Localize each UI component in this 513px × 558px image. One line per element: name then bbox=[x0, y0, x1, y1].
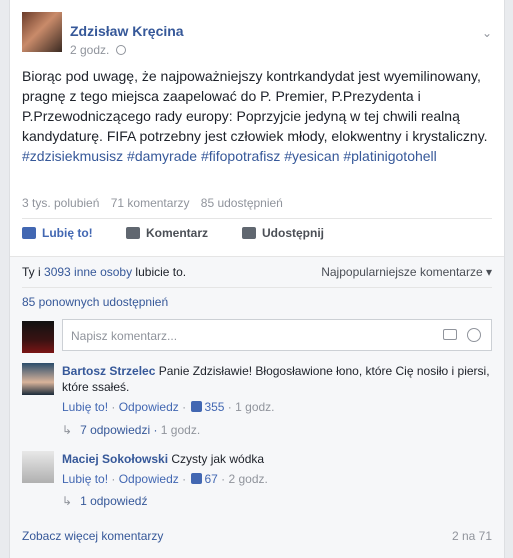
post-time[interactable]: 2 godz. bbox=[70, 43, 126, 57]
comment-button[interactable]: Komentarz bbox=[126, 226, 208, 240]
replies-time: 1 godz. bbox=[160, 423, 201, 437]
post-card: Zdzisław Kręcina 2 godz. ⌄ Biorąc pod uw… bbox=[9, 0, 505, 558]
comment-time[interactable]: 2 godz. bbox=[228, 472, 267, 486]
thumbs-up-icon bbox=[22, 227, 36, 239]
comment-author[interactable]: Maciej Sokołowski bbox=[62, 452, 168, 466]
comments-count[interactable]: 71 komentarzy bbox=[111, 196, 190, 210]
comment-likes[interactable]: 355 bbox=[204, 400, 224, 414]
more-comments-link[interactable]: Zobacz więcej komentarzy bbox=[22, 529, 163, 543]
thumbs-up-icon bbox=[191, 401, 203, 412]
action-bar: Lubię to! Komentarz Udostępnij bbox=[22, 226, 492, 248]
post-hashtags[interactable]: #zdzisiekmusisz #damyrade #fifopotrafisz… bbox=[22, 148, 437, 164]
comment-icon bbox=[126, 227, 140, 239]
comment-author[interactable]: Bartosz Strzelec bbox=[62, 364, 155, 378]
comment-count: 2 na 71 bbox=[451, 529, 492, 543]
user-avatar bbox=[22, 321, 54, 353]
post-stats: 3 tys. polubień 71 komentarzy 85 udostęp… bbox=[22, 196, 291, 210]
reply-arrow-icon: ↳ bbox=[62, 494, 73, 508]
likes-you: Ty bbox=[22, 265, 35, 279]
commenter-avatar[interactable] bbox=[22, 363, 54, 395]
camera-icon[interactable] bbox=[443, 329, 457, 340]
chevron-down-icon[interactable]: ⌄ bbox=[482, 26, 492, 40]
divider bbox=[22, 287, 492, 288]
reply-arrow-icon: ↳ bbox=[62, 423, 73, 437]
comment-like-link[interactable]: Lubię to! bbox=[62, 472, 108, 486]
comment-body: Bartosz Strzelec Panie Zdzisławie! Błogo… bbox=[62, 363, 492, 415]
likes-count[interactable]: 3 tys. polubień bbox=[22, 196, 99, 210]
comment-likes[interactable]: 67 bbox=[204, 472, 217, 486]
replies-count[interactable]: 1 odpowiedź bbox=[80, 494, 147, 508]
post-header: Zdzisław Kręcina 2 godz. ⌄ bbox=[22, 12, 492, 60]
comment-placeholder: Napisz komentarz... bbox=[71, 329, 178, 343]
post-body: Biorąc pod uwagę, że najpoważniejszy kon… bbox=[22, 66, 496, 166]
comment-meta: Lubię to! · Odpowiedz · 67 · 2 godz. bbox=[62, 472, 268, 486]
comments-section: Ty i 3093 inne osoby lubicie to. Najpopu… bbox=[10, 256, 504, 558]
commenter-avatar[interactable] bbox=[22, 451, 54, 483]
comment-item: Maciej Sokołowski Czysty jak wódka Lubię… bbox=[22, 451, 492, 491]
replies-count[interactable]: 7 odpowiedzi bbox=[80, 423, 150, 437]
like-button[interactable]: Lubię to! bbox=[22, 226, 93, 240]
comment-meta: Lubię to! · Odpowiedz · 355 · 1 godz. bbox=[62, 400, 275, 414]
comment-reply-link[interactable]: Odpowiedz bbox=[119, 400, 179, 414]
thumbs-up-icon bbox=[191, 473, 203, 484]
share-button[interactable]: Udostępnij bbox=[242, 226, 324, 240]
author-name[interactable]: Zdzisław Kręcina bbox=[70, 23, 184, 39]
comment-reply-link[interactable]: Odpowiedz bbox=[119, 472, 179, 486]
share-icon bbox=[242, 227, 256, 239]
sort-comments-dropdown[interactable]: Najpopularniejsze komentarze ▾ bbox=[321, 265, 492, 279]
comment-input[interactable]: Napisz komentarz... bbox=[62, 319, 492, 351]
post-time-text[interactable]: 2 godz. bbox=[70, 43, 109, 57]
comment-time[interactable]: 1 godz. bbox=[235, 400, 274, 414]
globe-icon bbox=[115, 45, 126, 55]
author-avatar[interactable] bbox=[22, 12, 62, 52]
comment-body: Maciej Sokołowski Czysty jak wódka Lubię… bbox=[62, 451, 492, 487]
replies-link[interactable]: ↳ 7 odpowiedzi · 1 godz. bbox=[62, 423, 200, 437]
divider bbox=[22, 218, 492, 219]
shares-count[interactable]: 85 udostępnień bbox=[201, 196, 283, 210]
emoji-icon[interactable] bbox=[467, 328, 481, 342]
reshares-link[interactable]: 85 ponownych udostępnień bbox=[22, 295, 168, 309]
comment-text: Czysty jak wódka bbox=[168, 452, 265, 466]
post-text: Biorąc pod uwagę, że najpoważniejszy kon… bbox=[22, 68, 488, 144]
likes-others-link[interactable]: 3093 inne osoby bbox=[44, 265, 132, 279]
comment-like-link[interactable]: Lubię to! bbox=[62, 400, 108, 414]
comment-item: Bartosz Strzelec Panie Zdzisławie! Błogo… bbox=[22, 363, 492, 415]
replies-link[interactable]: ↳ 1 odpowiedź bbox=[62, 494, 147, 508]
